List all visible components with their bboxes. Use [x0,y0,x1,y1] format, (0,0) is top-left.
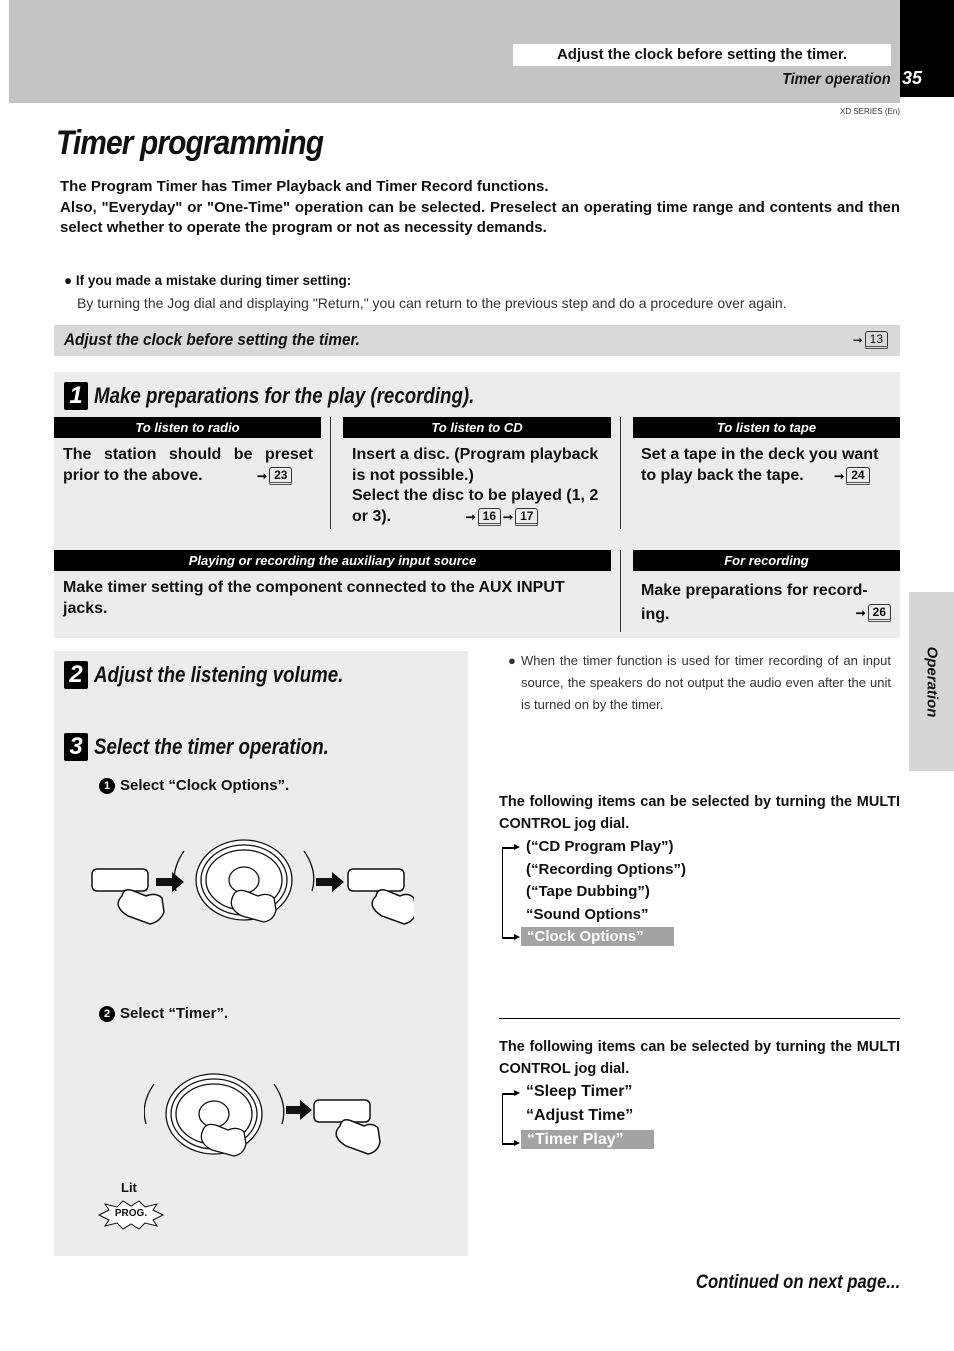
arrow-right-icon [286,1100,312,1120]
arrow-icon: ➞ [465,509,476,524]
header-note: Adjust the clock before setting the time… [513,44,891,66]
menu-1-list: (“CD Program Play”) (“Recording Options”… [500,836,686,949]
sub-step-2: 2 Select “Timer”. [99,1005,228,1022]
page-number: 35 [902,68,923,88]
book-icon: 13 [864,331,888,349]
timer-illustration [144,1073,381,1157]
intro-text: The Program Timer has Timer Playback and… [60,177,900,239]
col-body-recording: Make preparations for record-ing. ➞ 26 [641,579,893,627]
arrow-icon: ➞ [855,606,866,620]
book-icon: 17 [515,507,539,526]
circled-number: 2 [99,1005,115,1022]
menu-1-intro: The following items can be selected by t… [499,794,900,832]
arrow-icon: ➞ [257,468,268,483]
menu-item[interactable]: “Sleep Timer” [500,1080,654,1104]
step-3-heading: 3 Select the timer operation. [64,733,370,761]
page-reference[interactable]: ➞ 13 [853,331,888,349]
col-body-aux: Make timer setting of the component conn… [63,579,565,617]
clock-bar: Adjust the clock before setting the time… [54,325,900,356]
step-2-3-box: 2 Adjust the listening volume. 3 Select … [54,651,468,1256]
step-number: 1 [64,382,88,410]
intro-line-2: Also, "Everyday" or "One-Time" operation… [60,198,900,237]
side-tab[interactable]: Operation [909,592,954,771]
button-press-icon [347,868,414,925]
step-1-box: 1 Make preparations for the play (record… [54,372,900,638]
col-head-radio: To listen to radio [54,417,321,438]
jog-dial-icon [173,839,315,923]
mistake-title: ● If you made a mistake during timer set… [64,273,352,288]
step-title: Make preparations for the play (recordin… [94,383,475,408]
col-body-tape: Set a tape in the deck you want to play … [641,445,893,486]
bullet-icon: ● [64,273,76,288]
clock-options-illustration [91,839,414,925]
button-press-icon [91,868,165,925]
circled-number: 1 [99,777,115,794]
step-title: Adjust the listening volume. [94,662,344,687]
arrow-icon: ➞ [503,509,514,524]
column-divider [620,417,621,529]
clock-bar-text: Adjust the clock before setting the time… [64,330,360,349]
col-head-aux: Playing or recording the auxiliary input… [54,550,611,571]
page-reference[interactable]: ➞ 24 [834,466,870,487]
bullet-icon: ● [508,653,516,668]
jog-dial-icon [144,1073,285,1157]
sub-step-1: 1 Select “Clock Options”. [99,777,289,794]
continued-label: Continued on next page... [695,1272,900,1293]
col-head-recording: For recording [633,550,900,571]
step-1-heading: 1 Make preparations for the play (record… [64,382,541,410]
page-title: Timer programming [56,124,324,162]
timer-note: ● When the timer function is used for ti… [508,650,891,716]
col-head-cd: To listen to CD [343,417,611,438]
section-name: Timer operation [782,71,891,88]
book-icon: 16 [477,507,501,526]
page-reference[interactable]: ➞ 26 [856,601,891,625]
col-body-radio: The station should be preset prior to th… [63,445,313,486]
intro-line-1: The Program Timer has Timer Playback and… [60,178,549,195]
arrow-right-icon [156,872,184,892]
button-press-icon [313,1099,381,1155]
menu-2-list: “Sleep Timer” “Adjust Time” “Timer Play” [500,1080,654,1152]
menu-item[interactable]: (“Tape Dubbing”) [500,881,686,904]
menu-item-selected[interactable]: “Clock Options” [500,926,686,949]
column-divider [620,550,621,632]
lit-label: Lit [121,1180,137,1195]
arrow-icon: ➞ [852,333,863,347]
page-reference[interactable]: ➞ 16 ➞ 17 [466,507,539,528]
menu-2-intro: The following items can be selected by t… [499,1039,900,1077]
menu-item[interactable]: “Sound Options” [500,904,686,927]
series-label: XD SERIES (En) [839,107,900,116]
arrow-icon: ➞ [834,468,845,483]
step-2-heading: 2 Adjust the listening volume. [64,661,387,689]
page-reference[interactable]: ➞ 23 [257,466,293,487]
prog-indicator: PROG. [97,1200,165,1230]
divider [499,1018,900,1019]
mistake-body: By turning the Jog dial and displaying "… [77,295,787,311]
side-tab-label: Operation [923,646,940,717]
step-title: Select the timer operation. [94,734,329,759]
menu-item[interactable]: (“Recording Options”) [500,859,686,882]
book-icon: 23 [269,466,293,485]
menu-item-selected[interactable]: “Timer Play” [500,1128,654,1152]
step-number: 2 [64,661,88,689]
col-body-cd: Insert a disc. (Program playback is not … [352,445,602,527]
menu-item[interactable]: “Adjust Time” [500,1104,654,1128]
menu-item[interactable]: (“CD Program Play”) [500,836,686,859]
column-divider [330,417,331,529]
step-number: 3 [64,733,88,761]
book-icon: 26 [867,604,891,622]
col-head-tape: To listen to tape [633,417,900,438]
arrow-right-icon [316,872,344,892]
book-icon: 24 [846,466,870,485]
